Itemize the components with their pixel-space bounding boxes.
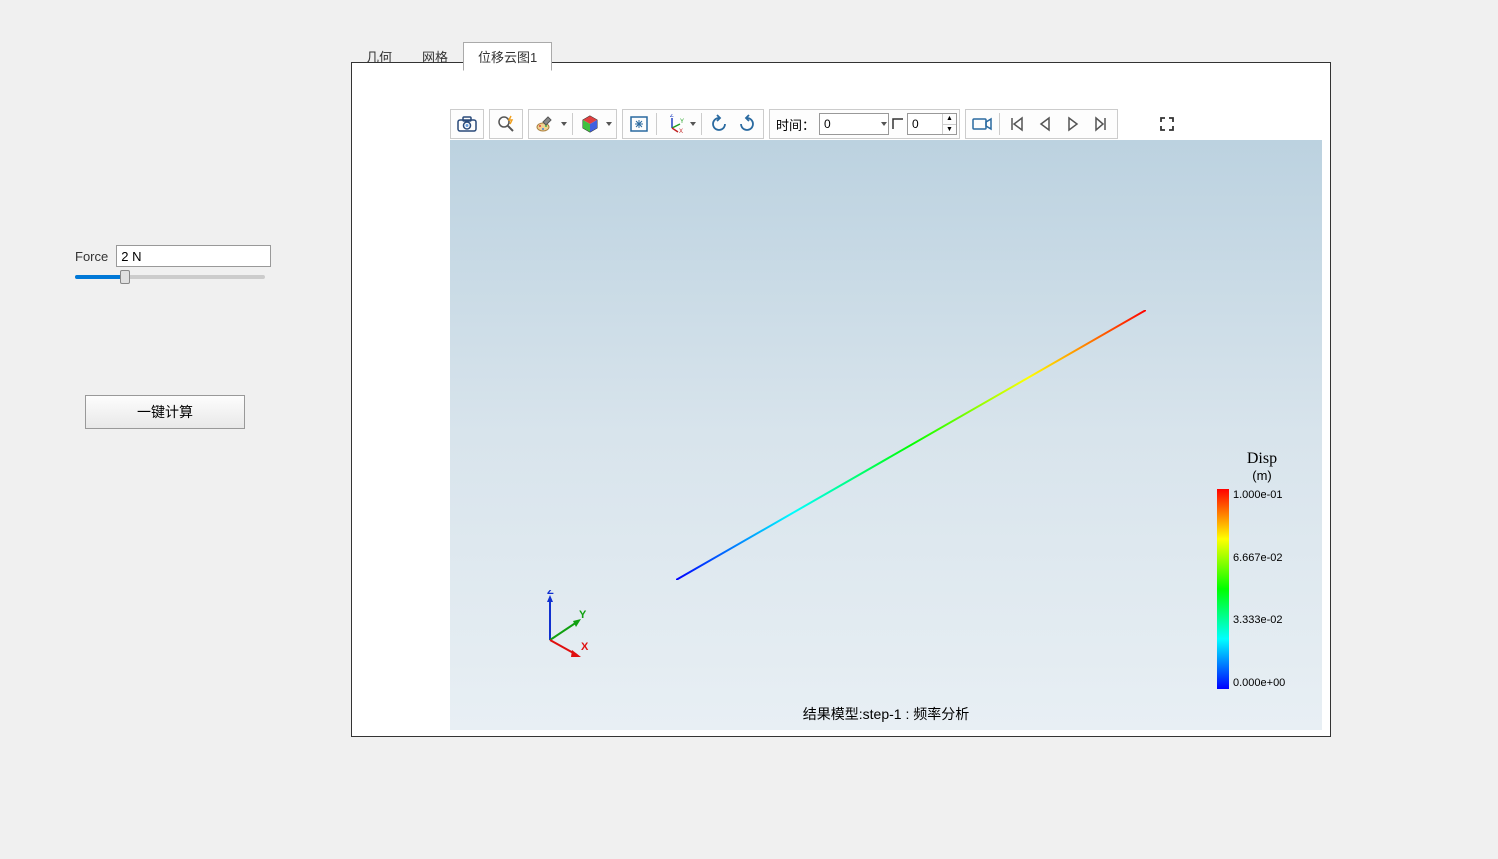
color-cube-icon[interactable] xyxy=(576,111,604,137)
rotate-ccw-icon[interactable] xyxy=(733,111,761,137)
svg-text:X: X xyxy=(581,641,589,653)
frame-spinner[interactable]: ▲ ▼ xyxy=(907,113,957,135)
frame-input[interactable] xyxy=(908,114,942,134)
legend-title: Disp xyxy=(1217,450,1307,468)
slider-fill xyxy=(75,275,125,279)
coordinate-triad-icon: Z Y X xyxy=(535,590,595,660)
spin-down-icon[interactable]: ▼ xyxy=(943,125,956,135)
render-canvas[interactable]: Z Y X Disp (m) 1.000e-01 6.667e-02 3.333… xyxy=(450,140,1322,730)
force-slider[interactable] xyxy=(75,275,265,279)
play-back-icon[interactable] xyxy=(1031,111,1059,137)
spin-up-icon[interactable]: ▲ xyxy=(943,114,956,125)
svg-text:Y: Y xyxy=(579,609,587,621)
fit-view-icon[interactable] xyxy=(625,111,653,137)
paint-tool-icon[interactable] xyxy=(531,111,559,137)
svg-text:Z: Z xyxy=(670,114,674,119)
svg-text:Y: Y xyxy=(680,119,684,125)
legend-tick: 6.667e-02 xyxy=(1233,552,1285,564)
axes-dropdown-icon[interactable] xyxy=(688,120,698,128)
legend-tick: 1.000e-01 xyxy=(1233,489,1285,501)
tab-displacement-contour[interactable]: 位移云图1 xyxy=(463,42,552,71)
svg-text:X: X xyxy=(679,129,683,134)
play-forward-icon[interactable] xyxy=(1059,111,1087,137)
viewport-toolbar: Z YX 时间： 0 ▲ ▼ xyxy=(450,108,1181,140)
cube-dropdown-icon[interactable] xyxy=(604,120,614,128)
result-status-text: 结果模型:step-1 : 频率分析 xyxy=(450,704,1322,724)
camera-icon[interactable] xyxy=(453,111,481,137)
displacement-line xyxy=(676,310,1146,580)
force-label: Force xyxy=(75,249,108,264)
zoom-lightning-icon[interactable] xyxy=(492,111,520,137)
time-select[interactable]: 0 xyxy=(819,113,889,135)
step-forward-icon[interactable] xyxy=(1087,111,1115,137)
time-label: 时间： xyxy=(772,115,819,134)
legend-tick: 0.000e+00 xyxy=(1233,677,1285,689)
expand-icon[interactable] xyxy=(1153,111,1181,137)
axes-small-icon[interactable]: Z YX xyxy=(660,111,688,137)
frame-end-icon[interactable] xyxy=(889,111,907,137)
skip-start-icon[interactable] xyxy=(1003,111,1031,137)
record-icon[interactable] xyxy=(968,111,996,137)
color-legend: Disp (m) 1.000e-01 6.667e-02 3.333e-02 0… xyxy=(1217,450,1307,689)
paint-dropdown-icon[interactable] xyxy=(559,120,569,128)
legend-tick: 3.333e-02 xyxy=(1233,614,1285,626)
legend-unit: (m) xyxy=(1217,468,1307,483)
svg-text:Z: Z xyxy=(547,590,554,597)
legend-colorbar xyxy=(1217,489,1229,689)
time-value: 0 xyxy=(824,117,831,131)
calculate-button[interactable]: 一键计算 xyxy=(85,395,245,429)
rotate-cw-icon[interactable] xyxy=(705,111,733,137)
slider-thumb[interactable] xyxy=(120,270,130,284)
force-input[interactable] xyxy=(116,245,271,267)
chevron-down-icon xyxy=(880,120,888,128)
